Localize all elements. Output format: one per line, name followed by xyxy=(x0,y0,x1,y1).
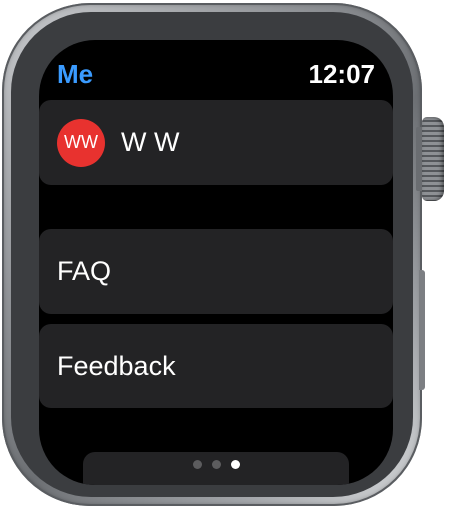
page-indicator[interactable] xyxy=(83,452,349,485)
profile-name: W W xyxy=(121,127,180,157)
side-button[interactable] xyxy=(419,270,425,390)
page-title[interactable]: Me xyxy=(57,58,93,90)
avatar-initials: WW xyxy=(64,132,98,152)
avatar: WW xyxy=(57,118,105,167)
faq-label: FAQ xyxy=(57,256,112,286)
profile-row[interactable]: WW W W xyxy=(39,100,393,185)
clock-time: 12:07 xyxy=(308,59,376,89)
feedback-label: Feedback xyxy=(57,350,176,381)
page-dot-2 xyxy=(211,460,221,469)
page-dot-1 xyxy=(192,460,202,469)
feedback-row[interactable]: Feedback xyxy=(39,324,393,408)
watch-frame: Me 12:07 WW W W FAQ Feedback xyxy=(0,0,454,511)
watch-screen: Me 12:07 WW W W FAQ Feedback xyxy=(39,40,393,485)
digital-crown[interactable] xyxy=(422,117,444,201)
faq-row[interactable]: FAQ xyxy=(39,229,393,314)
status-bar: Me 12:07 xyxy=(39,40,393,100)
page-dot-3-active xyxy=(230,460,240,469)
